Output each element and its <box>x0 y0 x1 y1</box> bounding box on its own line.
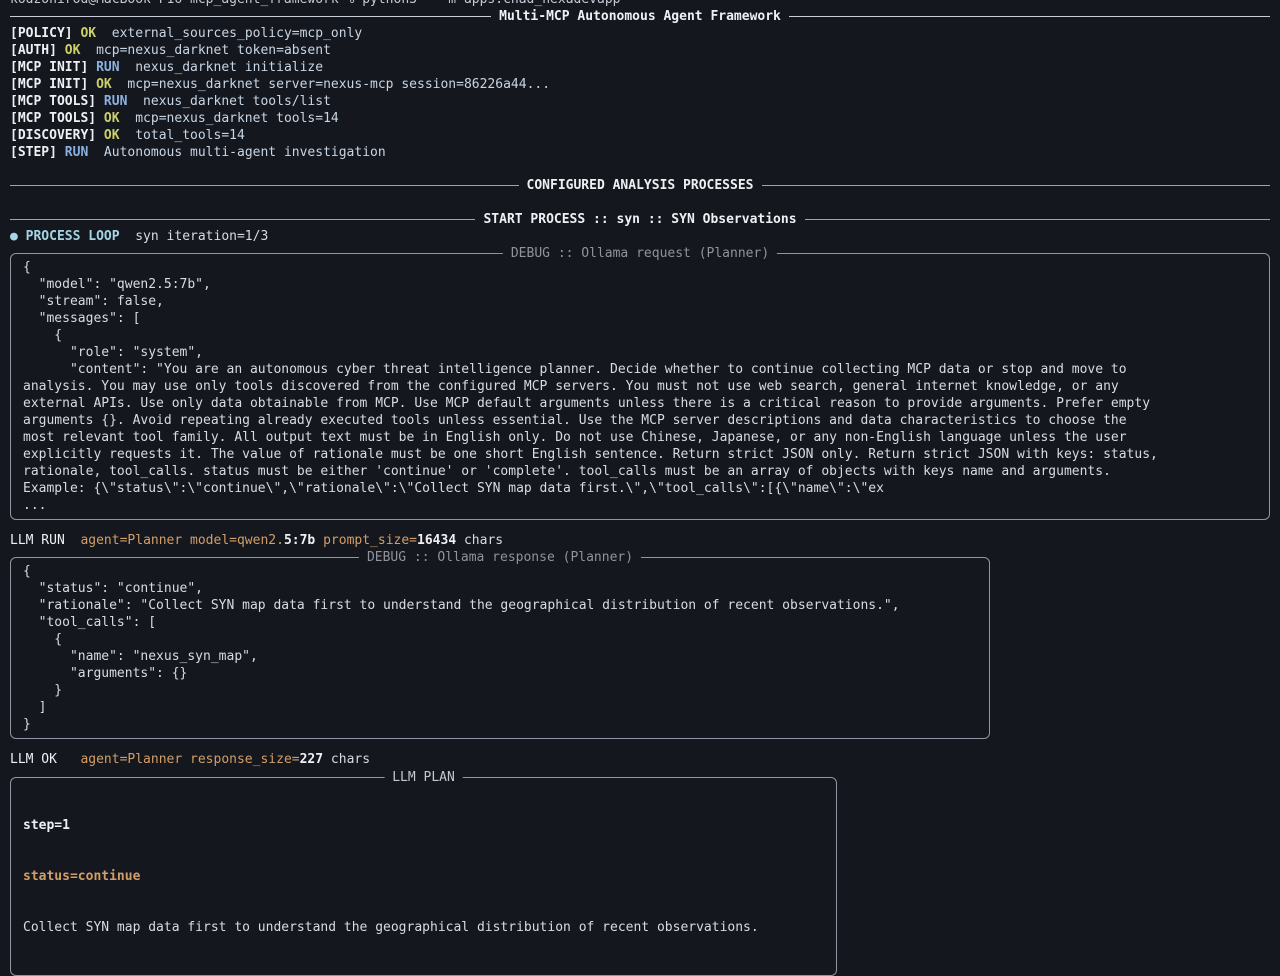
log-status: RUN <box>65 145 88 160</box>
log-message: mcp=nexus_darknet server=nexus-mcp sessi… <box>112 77 550 92</box>
log-line: [DISCOVERY] OK total_tools=14 <box>10 127 1270 144</box>
llm-run-label: LLM RUN <box>10 533 65 548</box>
log-message: mcp=nexus_darknet token=absent <box>80 43 330 58</box>
log-message: mcp=nexus_darknet tools=14 <box>120 111 339 126</box>
llm-ok-params: agent=Planner response_size= <box>57 752 300 767</box>
terminal-screen: kodzonirod@MacBook-P16 mcp_agent_framewo… <box>0 0 1280 976</box>
llm-plan-panel: LLM PLAN step=1 status=continue Collect … <box>10 777 837 976</box>
app-title: Multi-MCP Autonomous Agent Framework <box>491 8 789 25</box>
section-divider-configured: CONFIGURED ANALYSIS PROCESSES <box>10 177 1270 194</box>
debug-request-panel: DEBUG :: Ollama request (Planner) { "mod… <box>10 253 1270 520</box>
divider-line <box>10 16 491 17</box>
log-status: RUN <box>104 94 127 109</box>
log-status: OK <box>65 43 81 58</box>
llm-run-prompt-size-key: prompt_size= <box>315 533 417 548</box>
process-loop-line: ● PROCESS LOOP syn iteration=1/3 <box>10 228 1270 245</box>
log-line: [MCP INIT] OK mcp=nexus_darknet server=n… <box>10 76 1270 93</box>
divider-line <box>762 185 1271 186</box>
log-line: [AUTH] OK mcp=nexus_darknet token=absent <box>10 42 1270 59</box>
log-line: [MCP TOOLS] RUN nexus_darknet tools/list <box>10 93 1270 110</box>
log-message: external_sources_policy=mcp_only <box>96 26 362 41</box>
divider-line <box>10 219 475 220</box>
log-status: RUN <box>96 60 119 75</box>
log-line: [MCP TOOLS] OK mcp=nexus_darknet tools=1… <box>10 110 1270 127</box>
llm-run-line: LLM RUN agent=Planner model=qwen2.5:7b p… <box>10 532 1270 549</box>
llm-plan-panel-title: LLM PLAN <box>384 769 463 786</box>
llm-run-model-version: 5:7b <box>284 533 315 548</box>
llm-run-prompt-size-value: 16434 <box>417 533 456 548</box>
divider-line <box>789 16 1270 17</box>
log-tag: [STEP] <box>10 145 65 160</box>
debug-response-panel-title: DEBUG :: Ollama response (Planner) <box>359 549 641 566</box>
log-tag: [MCP INIT] <box>10 77 96 92</box>
debug-request-panel-title: DEBUG :: Ollama request (Planner) <box>503 245 777 262</box>
llm-run-params: agent=Planner model=qwen2. <box>65 533 284 548</box>
debug-response-panel: DEBUG :: Ollama response (Planner) { "st… <box>10 557 990 739</box>
log-message: nexus_darknet initialize <box>120 60 324 75</box>
log-status: OK <box>104 128 120 143</box>
bullet-icon: ● <box>10 229 26 244</box>
process-loop-label: PROCESS LOOP <box>26 229 120 244</box>
log-tag: [DISCOVERY] <box>10 128 104 143</box>
log-status: OK <box>104 111 120 126</box>
debug-request-body: { "model": "qwen2.5:7b", "stream": false… <box>11 254 1269 519</box>
log-status: OK <box>96 77 112 92</box>
llm-ok-label: LLM OK <box>10 752 57 767</box>
log-tag: [AUTH] <box>10 43 65 58</box>
log-line: [POLICY] OK external_sources_policy=mcp_… <box>10 25 1270 42</box>
log-tag: [MCP TOOLS] <box>10 94 104 109</box>
section-divider-start-process: START PROCESS :: syn :: SYN Observations <box>10 211 1270 228</box>
log-line: [MCP INIT] RUN nexus_darknet initialize <box>10 59 1270 76</box>
log-tag: [MCP INIT] <box>10 60 96 75</box>
llm-run-units: chars <box>456 533 503 548</box>
log-tag: [MCP TOOLS] <box>10 111 104 126</box>
divider-line <box>10 185 519 186</box>
plan-status: status=continue <box>23 868 824 885</box>
divider-line <box>805 219 1270 220</box>
section-title: START PROCESS :: syn :: SYN Observations <box>475 211 804 228</box>
app-title-divider: Multi-MCP Autonomous Agent Framework <box>10 8 1270 25</box>
log-message: nexus_darknet tools/list <box>127 94 331 109</box>
log-message: total_tools=14 <box>120 128 245 143</box>
log-tag: [POLICY] <box>10 26 80 41</box>
shell-prompt-clipped: kodzonirod@MacBook-P16 mcp_agent_framewo… <box>10 0 1270 8</box>
log-status: OK <box>80 26 96 41</box>
debug-response-body: { "status": "continue", "rationale": "Co… <box>11 558 989 738</box>
llm-plan-body: step=1 status=continue Collect SYN map d… <box>11 778 836 975</box>
log-line: [STEP] RUN Autonomous multi-agent invest… <box>10 144 1270 161</box>
shell-prompt-line: kodzonirod@MacBook-P16 mcp_agent_framewo… <box>10 0 1270 8</box>
plan-text: Collect SYN map data first to understand… <box>23 919 824 936</box>
process-loop-detail: syn iteration=1/3 <box>120 229 269 244</box>
log-message: Autonomous multi-agent investigation <box>88 145 385 160</box>
log-list: [POLICY] OK external_sources_policy=mcp_… <box>10 25 1270 161</box>
plan-step: step=1 <box>23 817 824 834</box>
llm-ok-line: LLM OK agent=Planner response_size=227 c… <box>10 751 1270 768</box>
llm-ok-units: chars <box>323 752 370 767</box>
section-title: CONFIGURED ANALYSIS PROCESSES <box>519 177 762 194</box>
llm-ok-response-size-value: 227 <box>300 752 323 767</box>
